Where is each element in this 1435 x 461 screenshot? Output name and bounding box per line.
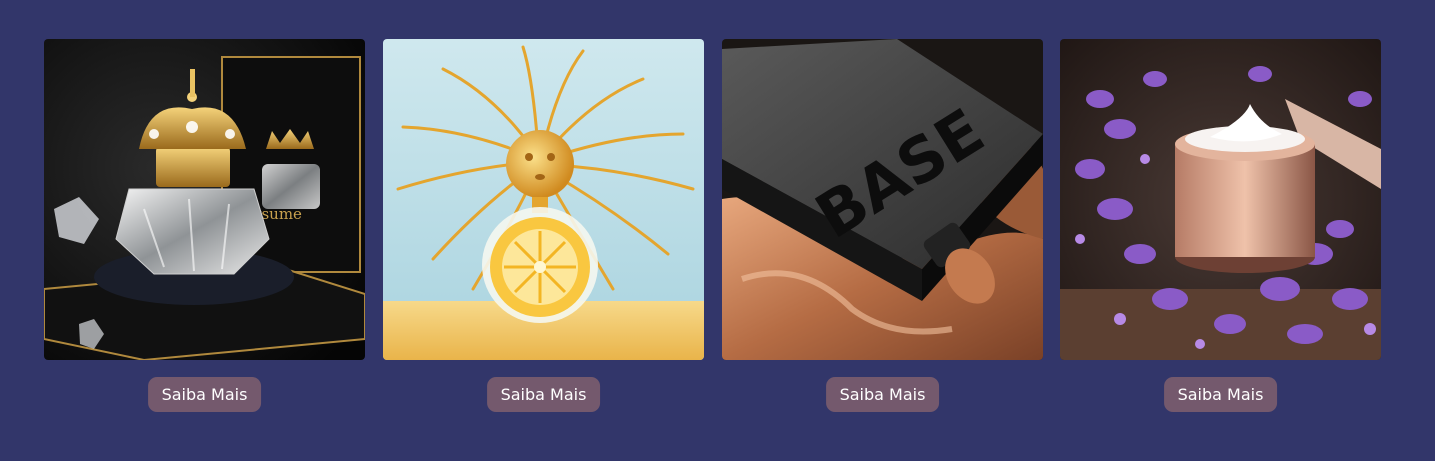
- saiba-mais-button-3[interactable]: Saiba Mais: [825, 377, 940, 412]
- crown-perfume-illustration: Qrsume: [44, 39, 365, 360]
- product-card-3: BASE Saiba Mais: [722, 39, 1043, 419]
- saiba-mais-button-1[interactable]: Saiba Mais: [147, 377, 262, 412]
- saiba-mais-button-2[interactable]: Saiba Mais: [486, 377, 601, 412]
- lavender-cream-illustration: [1060, 39, 1381, 360]
- product-card-1: Qrsume Saiba Mais: [44, 39, 365, 419]
- product-image-1[interactable]: Qrsume: [44, 39, 365, 360]
- product-image-4[interactable]: [1060, 39, 1381, 360]
- product-image-3[interactable]: BASE: [722, 39, 1043, 360]
- product-card-4: Saiba Mais: [1060, 39, 1381, 419]
- product-grid: Qrsume Saiba Mais Saiba Mais BASE Saiba …: [44, 39, 1382, 419]
- product-image-2[interactable]: [383, 39, 704, 360]
- product-card-2: Saiba Mais: [383, 39, 704, 419]
- sun-lemon-perfume-illustration: [383, 39, 704, 360]
- saiba-mais-button-4[interactable]: Saiba Mais: [1163, 377, 1278, 412]
- base-foundation-illustration: BASE: [722, 39, 1043, 360]
